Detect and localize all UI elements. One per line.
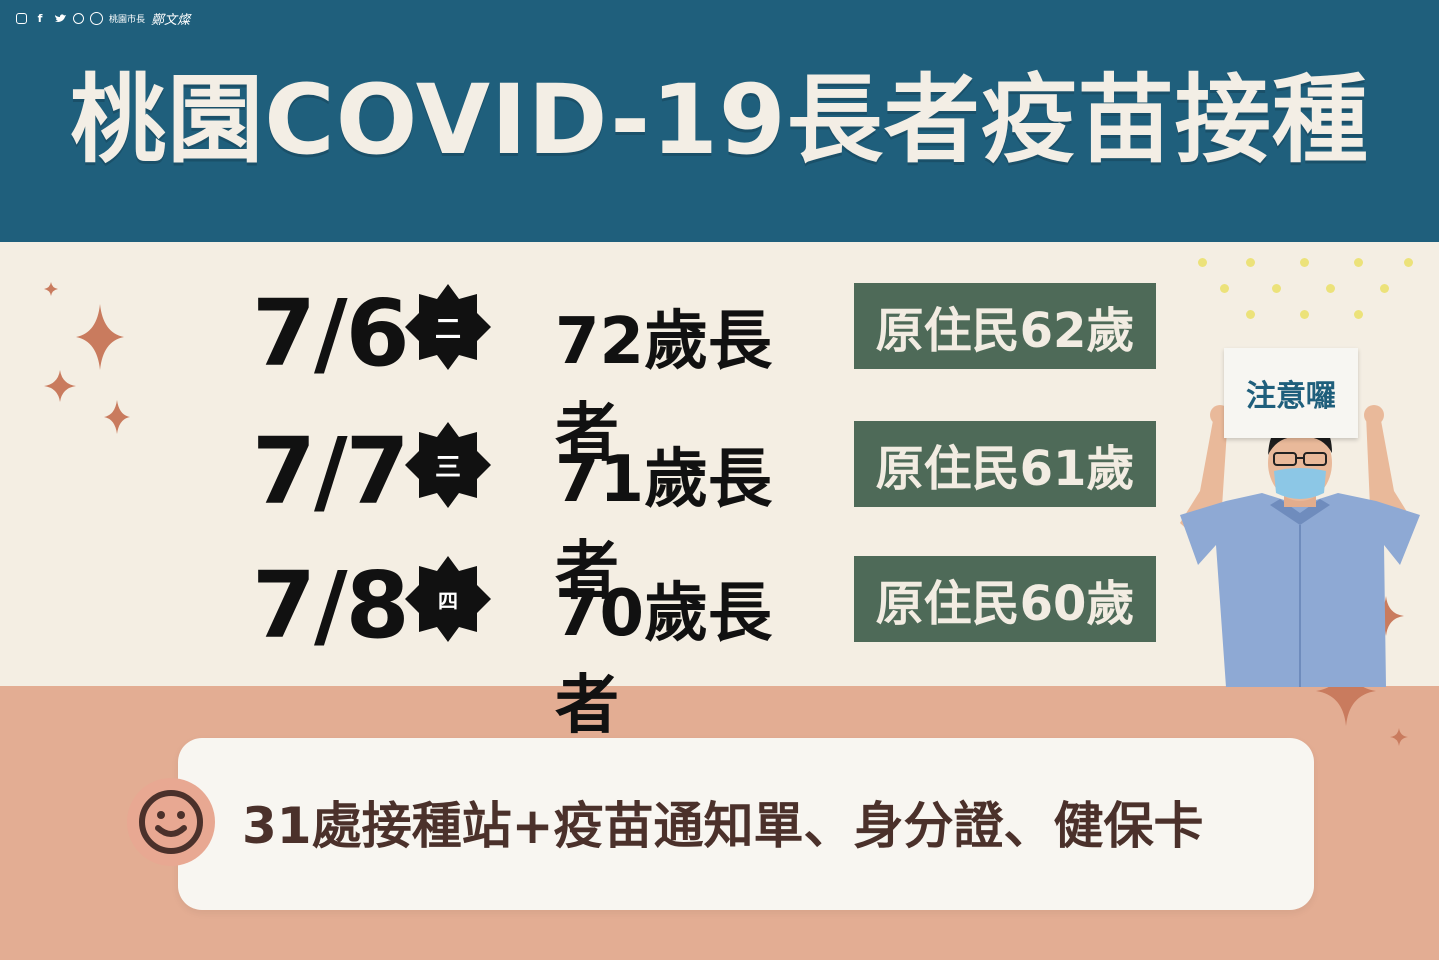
page-title: 桃園COVID-19長者疫苗接種 bbox=[70, 64, 1369, 176]
weekday-label: 二 bbox=[434, 314, 461, 345]
weekday-label: 四 bbox=[438, 588, 458, 613]
office-label: 桃園市長 bbox=[109, 14, 146, 25]
notice-sign: 注意囉 bbox=[1224, 348, 1358, 438]
whatsapp-icon[interactable] bbox=[73, 12, 84, 24]
weekday-badge: 三 bbox=[403, 420, 493, 510]
sparkle-icon bbox=[44, 282, 58, 296]
social-bar: f 桃園市長 鄭文燦 bbox=[16, 9, 191, 28]
seal-icon bbox=[90, 11, 103, 25]
indigenous-tag: 原住民62歲 bbox=[854, 283, 1156, 369]
sparkle-icon bbox=[44, 370, 76, 402]
weekday-badge: 四 bbox=[403, 554, 493, 644]
indigenous-tag: 原住民61歲 bbox=[854, 421, 1156, 507]
smile-icon bbox=[127, 778, 215, 866]
schedule-date: 7/7 bbox=[252, 418, 410, 525]
facebook-icon[interactable]: f bbox=[33, 11, 47, 25]
weekday-label: 三 bbox=[434, 452, 461, 483]
age-label: 70歲長者 bbox=[555, 577, 773, 743]
mayor-illustration bbox=[1180, 405, 1420, 687]
sparkle-icon bbox=[104, 400, 130, 434]
sparkle-icon bbox=[76, 304, 124, 370]
instagram-icon[interactable] bbox=[16, 12, 27, 24]
sparkle-icon bbox=[1390, 728, 1408, 746]
dot-pattern bbox=[1190, 252, 1430, 332]
signature: 鄭文燦 bbox=[151, 12, 191, 28]
requirements-text: 31處接種站+疫苗通知單、身分證、健保卡 bbox=[242, 797, 1204, 855]
schedule-date: 7/6 bbox=[252, 280, 410, 387]
schedule-date: 7/8 bbox=[252, 552, 410, 659]
twitter-icon[interactable] bbox=[53, 11, 67, 25]
indigenous-tag: 原住民60歲 bbox=[854, 556, 1156, 642]
weekday-badge: 二 bbox=[403, 282, 493, 372]
